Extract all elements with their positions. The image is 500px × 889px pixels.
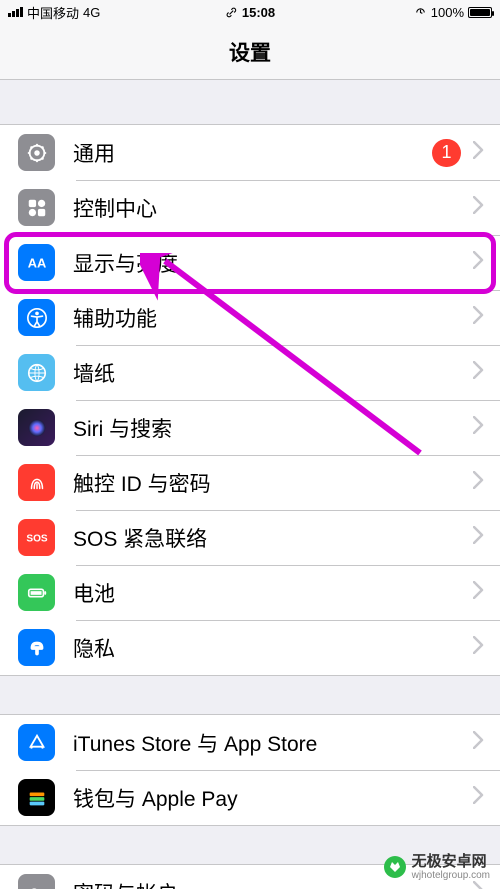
page-title: 设置 (229, 37, 271, 67)
passwords-icon (18, 874, 55, 889)
general-icon (18, 134, 55, 171)
row-label: 通用 (73, 138, 432, 168)
chevron-right-icon (473, 141, 484, 164)
battery-icon (18, 574, 55, 611)
battery-icon (468, 7, 492, 18)
settings-row-control-center[interactable]: 控制中心 (0, 180, 500, 235)
battery-pct: 100% (431, 5, 464, 20)
row-label: 控制中心 (73, 193, 473, 223)
hotspot-icon (225, 6, 238, 19)
settings-row-general[interactable]: 通用1 (0, 125, 500, 180)
settings-row-privacy[interactable]: 隐私 (0, 620, 500, 675)
settings-row-accessibility[interactable]: 辅助功能 (0, 290, 500, 345)
chevron-right-icon (473, 306, 484, 329)
row-label: 钱包与 Apple Pay (73, 783, 473, 813)
row-label: SOS 紧急联络 (73, 523, 473, 553)
chevron-right-icon (473, 416, 484, 439)
settings-row-siri[interactable]: Siri 与搜索 (0, 400, 500, 455)
row-label: iTunes Store 与 App Store (73, 728, 473, 758)
row-label: 隐私 (73, 633, 473, 663)
siri-icon (18, 409, 55, 446)
settings-row-wallpaper[interactable]: 墙纸 (0, 345, 500, 400)
status-bar: 中国移动 4G 15:08 100% (0, 0, 500, 24)
control-center-icon (18, 189, 55, 226)
chevron-right-icon (473, 361, 484, 384)
chevron-right-icon (473, 881, 484, 889)
content[interactable]: 通用1 控制中心显示与亮度辅助功能墙纸 Siri 与搜索触控 ID 与密码 SOS 紧… (0, 80, 500, 889)
settings-row-sos[interactable]: SOS 紧急联络 (0, 510, 500, 565)
chevron-right-icon (473, 786, 484, 809)
watermark-logo-icon (384, 856, 406, 878)
display-icon (18, 244, 55, 281)
row-label: 触控 ID 与密码 (73, 468, 473, 498)
chevron-right-icon (473, 251, 484, 274)
watermark: 无极安卓网 wjhotelgroup.com (384, 854, 490, 882)
rotation-lock-icon (414, 6, 427, 19)
settings-row-touchid[interactable]: 触控 ID 与密码 (0, 455, 500, 510)
row-label: Siri 与搜索 (73, 413, 473, 443)
appstore-icon (18, 724, 55, 761)
settings-row-appstore[interactable]: iTunes Store 与 App Store (0, 715, 500, 770)
network-label: 4G (83, 5, 100, 20)
row-label: 墙纸 (73, 358, 473, 388)
chevron-right-icon (473, 731, 484, 754)
sos-icon (18, 519, 55, 556)
chevron-right-icon (473, 196, 484, 219)
chevron-right-icon (473, 526, 484, 549)
privacy-icon (18, 629, 55, 666)
wallet-icon (18, 779, 55, 816)
settings-row-wallet[interactable]: 钱包与 Apple Pay (0, 770, 500, 825)
status-time: 15:08 (242, 5, 275, 20)
touchid-icon (18, 464, 55, 501)
accessibility-icon (18, 299, 55, 336)
wallpaper-icon (18, 354, 55, 391)
settings-row-battery[interactable]: 电池 (0, 565, 500, 620)
signal-icon (8, 7, 23, 17)
row-label: 辅助功能 (73, 303, 473, 333)
row-label: 显示与亮度 (73, 248, 473, 278)
carrier-label: 中国移动 (27, 3, 79, 22)
watermark-host: wjhotelgroup.com (412, 870, 490, 881)
row-label: 电池 (73, 578, 473, 608)
settings-row-display[interactable]: 显示与亮度 (0, 235, 500, 290)
nav-bar: 设置 (0, 24, 500, 80)
chevron-right-icon (473, 636, 484, 659)
chevron-right-icon (473, 581, 484, 604)
chevron-right-icon (473, 471, 484, 494)
watermark-name: 无极安卓网 (412, 854, 490, 871)
notification-badge: 1 (432, 139, 461, 167)
